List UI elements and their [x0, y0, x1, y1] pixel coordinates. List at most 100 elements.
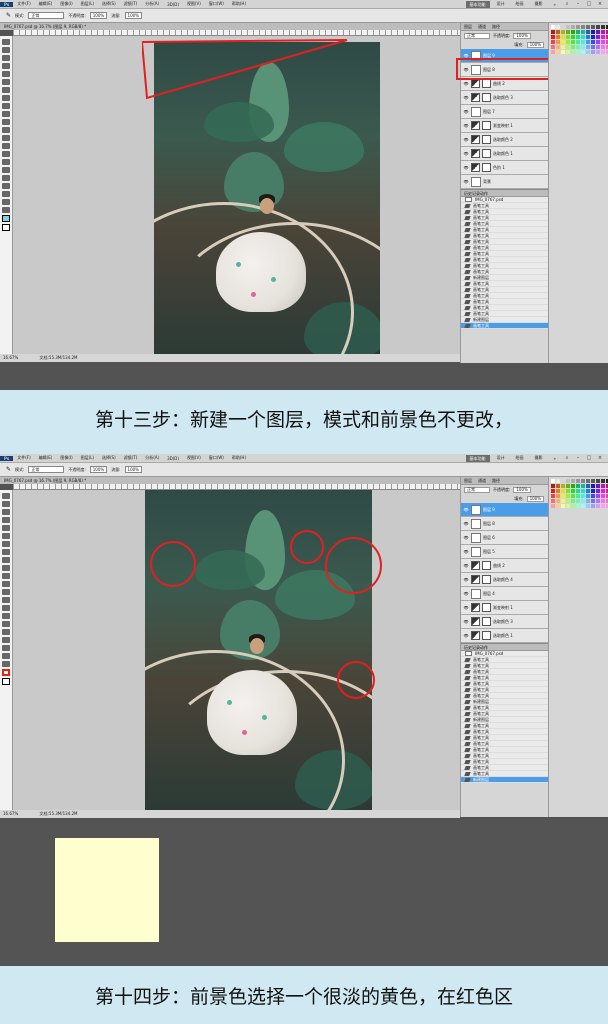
swatch-grid[interactable]	[549, 23, 608, 56]
foreground-color-swatch[interactable]	[2, 215, 10, 222]
color-swatch[interactable]	[586, 25, 590, 29]
close-icon[interactable]: ×	[596, 1, 604, 8]
color-swatch[interactable]	[561, 504, 565, 508]
color-swatch[interactable]	[601, 30, 605, 34]
color-swatch[interactable]	[551, 50, 555, 54]
layer-row[interactable]: 👁 选取颜色 2	[461, 133, 548, 147]
panel-tab[interactable]: 历史记录	[464, 645, 480, 650]
color-swatch[interactable]	[566, 50, 570, 54]
gradient-tool-icon[interactable]	[2, 127, 10, 133]
shape-tool-icon[interactable]	[2, 175, 10, 181]
color-swatch[interactable]	[586, 50, 590, 54]
menu-item[interactable]: 编辑(E)	[35, 455, 57, 461]
color-swatch[interactable]	[566, 35, 570, 39]
blend-mode-select[interactable]: 正常	[464, 32, 490, 39]
color-swatch[interactable]	[586, 484, 590, 488]
color-swatch[interactable]	[596, 35, 600, 39]
panel-tab[interactable]: 动作	[480, 191, 488, 196]
eyedropper-icon[interactable]	[2, 79, 10, 85]
color-swatch[interactable]	[571, 484, 575, 488]
lasso-tool-icon[interactable]	[2, 509, 10, 515]
crop-tool-icon[interactable]	[2, 71, 10, 77]
close-icon[interactable]: ×	[596, 455, 604, 462]
color-swatch[interactable]	[601, 499, 605, 503]
eye-icon[interactable]: 👁	[463, 619, 469, 624]
eye-icon[interactable]: 👁	[463, 577, 469, 582]
layer-row[interactable]: 👁 图层 9	[461, 503, 548, 517]
layer-fill[interactable]: 100%	[526, 495, 544, 502]
color-swatch[interactable]	[596, 499, 600, 503]
menu-item[interactable]: 窗口(W)	[205, 1, 228, 7]
color-swatch[interactable]	[556, 30, 560, 34]
eye-icon[interactable]: 👁	[463, 507, 469, 512]
flow-field[interactable]: 100%	[124, 466, 142, 473]
zoom-level[interactable]: 16.67%	[3, 355, 18, 360]
color-swatch[interactable]	[581, 50, 585, 54]
layer-row[interactable]: 👁 选取颜色 1	[461, 147, 548, 161]
eraser-icon[interactable]	[2, 119, 10, 125]
workspace-item[interactable]: »	[550, 456, 560, 461]
color-swatch[interactable]	[551, 499, 555, 503]
panel-tab[interactable]: 图层	[464, 477, 472, 484]
color-swatch[interactable]	[591, 35, 595, 39]
color-swatch[interactable]	[601, 494, 605, 498]
minimize-icon[interactable]: –	[574, 455, 582, 462]
workspace-essentials[interactable]: 基本功能	[465, 454, 490, 462]
color-swatch[interactable]	[571, 40, 575, 44]
color-swatch[interactable]	[566, 504, 570, 508]
eye-icon[interactable]: 👁	[463, 591, 469, 596]
blur-tool-icon[interactable]	[2, 589, 10, 595]
3d-camera-icon[interactable]	[2, 645, 10, 651]
color-swatch[interactable]	[556, 489, 560, 493]
color-swatch[interactable]	[551, 35, 555, 39]
layer-row[interactable]: 👁 背景	[461, 175, 548, 189]
color-swatch[interactable]	[556, 499, 560, 503]
color-swatch[interactable]	[596, 25, 600, 29]
flow-field[interactable]: 100%	[124, 12, 142, 19]
color-swatch[interactable]	[576, 30, 580, 34]
eraser-icon[interactable]	[2, 573, 10, 579]
path-select-icon[interactable]	[2, 167, 10, 173]
gradient-tool-icon[interactable]	[2, 581, 10, 587]
minimize-icon[interactable]: –	[574, 1, 582, 8]
color-swatch[interactable]	[556, 504, 560, 508]
color-swatch[interactable]	[556, 40, 560, 44]
shape-tool-icon[interactable]	[2, 629, 10, 635]
eye-icon[interactable]: 👁	[463, 123, 469, 128]
move-tool-icon[interactable]	[2, 39, 10, 45]
zoom-tool-icon[interactable]	[2, 207, 10, 213]
color-swatch[interactable]	[586, 35, 590, 39]
eyedropper-icon[interactable]	[2, 533, 10, 539]
mode-select[interactable]: 正常	[28, 12, 65, 19]
eye-icon[interactable]: 👁	[463, 549, 469, 554]
menu-item[interactable]: 选择(S)	[98, 455, 120, 461]
color-swatch[interactable]	[581, 30, 585, 34]
workspace-item[interactable]: »	[550, 2, 560, 7]
color-swatch[interactable]	[571, 494, 575, 498]
menu-item[interactable]: 帮助(H)	[228, 455, 250, 461]
color-swatch[interactable]	[591, 50, 595, 54]
layer-row[interactable]: 👁 图层 6	[461, 531, 548, 545]
color-swatch[interactable]	[571, 45, 575, 49]
color-swatch[interactable]	[576, 25, 580, 29]
color-swatch[interactable]	[601, 484, 605, 488]
color-swatch[interactable]	[566, 479, 570, 483]
color-swatch[interactable]	[576, 50, 580, 54]
menu-item[interactable]: 帮助(H)	[228, 1, 250, 7]
panel-tab[interactable]: 历史记录	[464, 191, 480, 196]
color-swatch[interactable]	[571, 499, 575, 503]
healing-brush-icon[interactable]	[2, 87, 10, 93]
canvas-area[interactable]	[13, 490, 460, 810]
foreground-color-swatch[interactable]	[2, 669, 10, 676]
zoom-level[interactable]: 16.67%	[3, 811, 18, 816]
color-swatch[interactable]	[581, 494, 585, 498]
workspace-item[interactable]: 摄影	[531, 1, 547, 7]
color-swatch[interactable]	[596, 45, 600, 49]
color-swatch[interactable]	[586, 499, 590, 503]
color-swatch[interactable]	[591, 484, 595, 488]
color-swatch[interactable]	[561, 25, 565, 29]
color-swatch[interactable]	[601, 40, 605, 44]
eye-icon[interactable]: 👁	[463, 521, 469, 526]
menu-item[interactable]: 图层(L)	[77, 1, 98, 7]
color-swatch[interactable]	[576, 45, 580, 49]
